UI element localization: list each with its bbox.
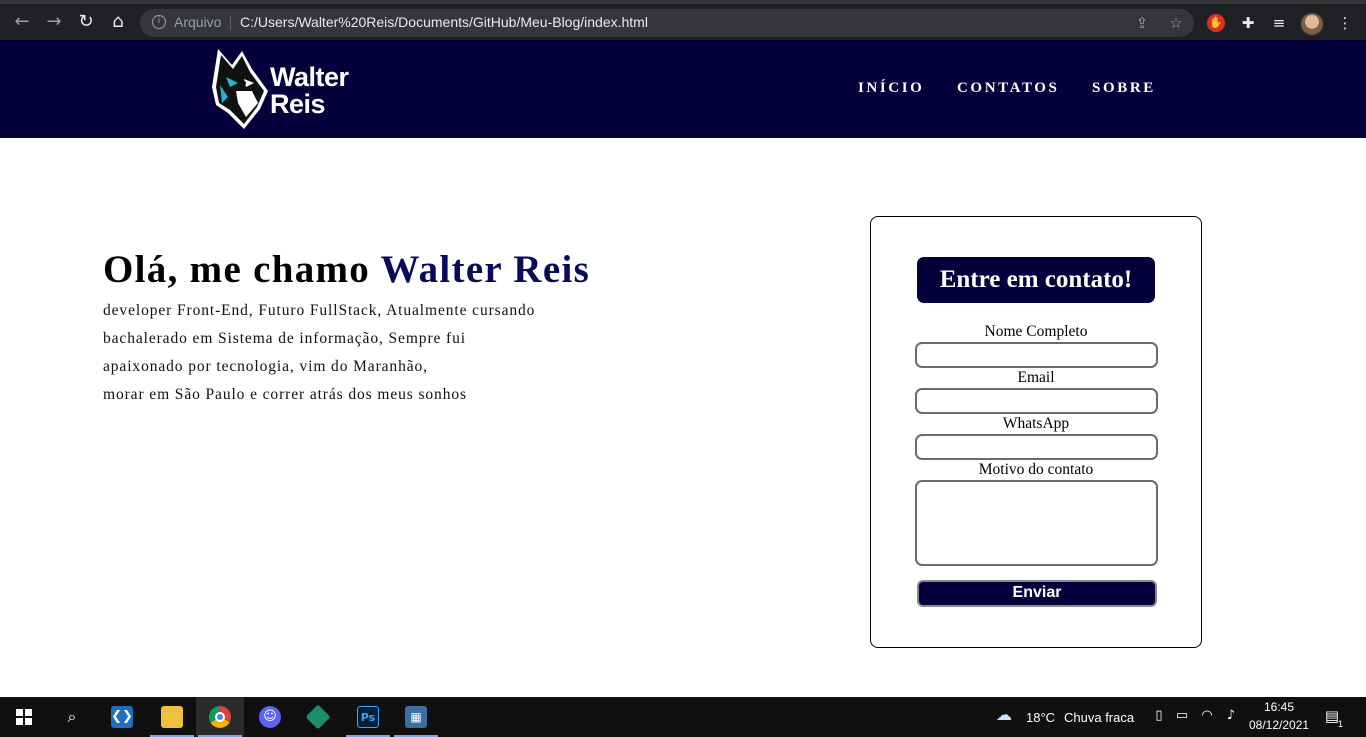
address-bar[interactable]: i Arquivo C:/Users/Walter%20Reis/Documen…: [140, 9, 1194, 37]
taskbar-app-photoshop[interactable]: Ps: [344, 697, 392, 737]
logo-line-2: Reis: [270, 89, 326, 119]
nav-link-contatos[interactable]: CONTATOS: [957, 80, 1060, 97]
calculator-icon: ▦: [405, 706, 427, 728]
start-button[interactable]: [0, 697, 48, 737]
weather-temperature[interactable]: 18°C: [1026, 710, 1055, 725]
site-header: [0, 40, 1366, 138]
nav-link-sobre[interactable]: SOBRE: [1092, 80, 1156, 97]
taskbar-app-chrome[interactable]: [196, 697, 244, 737]
taskbar-app-gitkraken[interactable]: [294, 697, 342, 737]
adblock-extension-icon[interactable]: ✋: [1207, 14, 1225, 32]
clock-date[interactable]: 08/12/2021: [1249, 718, 1309, 732]
taskbar-search[interactable]: ⌕: [48, 697, 96, 737]
menu-kebab-icon[interactable]: ⋮: [1334, 12, 1356, 34]
device-icon[interactable]: ▯: [1150, 707, 1168, 725]
name-field[interactable]: [915, 342, 1158, 368]
home-icon[interactable]: ⌂: [106, 10, 130, 34]
taskbar-app-vscode[interactable]: ❮❯: [98, 697, 146, 737]
contact-form-title: Entre em contato!: [917, 257, 1155, 303]
whatsapp-field[interactable]: [915, 434, 1158, 460]
hero-line: bachalerado em Sistema de informação, Se…: [103, 330, 466, 347]
gitkraken-icon: [305, 704, 331, 730]
battery-icon[interactable]: ▭: [1173, 707, 1191, 725]
email-field-label: Email: [1017, 369, 1055, 386]
media-queue-icon[interactable]: ≡: [1268, 12, 1290, 34]
submit-button[interactable]: Enviar: [917, 580, 1157, 607]
share-icon[interactable]: ⇪: [1132, 13, 1152, 33]
photoshop-icon: Ps: [357, 706, 379, 728]
hero-line: morar em São Paulo e correr atrás dos me…: [103, 386, 467, 403]
reload-icon[interactable]: ↻: [74, 10, 98, 34]
logo-wordmark[interactable]: Walter Reis: [270, 64, 349, 118]
vscode-icon: ❮❯: [111, 706, 133, 728]
taskbar-app-calculator[interactable]: ▦: [392, 697, 440, 737]
info-icon[interactable]: i: [152, 15, 166, 29]
hero-description: developer Front-End, Futuro FullStack, A…: [103, 297, 535, 409]
windows-logo-icon: [16, 709, 32, 725]
notification-count: 1: [1338, 719, 1344, 729]
weather-condition[interactable]: Chuva fraca: [1064, 710, 1134, 725]
extensions-puzzle-icon[interactable]: ✚: [1237, 12, 1259, 34]
wifi-icon[interactable]: ◠: [1198, 707, 1216, 725]
hero-title: Olá, me chamo Walter Reis: [103, 247, 590, 292]
search-icon: ⌕: [67, 707, 77, 726]
address-divider: [230, 16, 231, 30]
logo-line-1: Walter: [270, 62, 349, 92]
windows-taskbar: ⌕ ❮❯ ☺ Ps ▦ ☁ 18°C Chuva fraca ▯ ▭ ◠ ♪ 1…: [0, 697, 1366, 737]
email-field[interactable]: [915, 388, 1158, 414]
hero-line: developer Front-End, Futuro FullStack, A…: [103, 302, 536, 319]
taskbar-app-discord[interactable]: ☺: [246, 697, 294, 737]
cloud-rain-icon[interactable]: ☁: [995, 706, 1013, 724]
hero-title-name: Walter Reis: [380, 248, 591, 291]
address-scheme-label: Arquivo: [174, 14, 222, 30]
discord-icon: ☺: [259, 706, 281, 728]
address-url[interactable]: C:/Users/Walter%20Reis/Documents/GitHub/…: [240, 14, 648, 30]
browser-toolbar: ← → ↻ ⌂ i Arquivo C:/Users/Walter%20Reis…: [0, 0, 1366, 40]
hero-line: apaixonado por tecnologia, vim do Maranh…: [103, 358, 428, 375]
clock-time[interactable]: 16:45: [1264, 700, 1294, 714]
folder-icon: [161, 706, 183, 728]
bookmark-star-icon[interactable]: ☆: [1166, 13, 1186, 33]
contact-form: Entre em contato! Nome Completo Email Wh…: [870, 216, 1202, 648]
back-arrow-icon[interactable]: ←: [10, 10, 34, 34]
profile-avatar[interactable]: [1301, 13, 1323, 35]
name-field-label: Nome Completo: [984, 323, 1088, 340]
hero-title-prefix: Olá, me chamo: [103, 248, 381, 291]
chrome-icon: [209, 706, 231, 728]
nav-link-inicio[interactable]: INÍCIO: [858, 80, 924, 97]
whatsapp-field-label: WhatsApp: [1002, 415, 1070, 432]
volume-icon[interactable]: ♪: [1222, 707, 1240, 725]
taskbar-app-file-explorer[interactable]: [148, 697, 196, 737]
forward-arrow-icon[interactable]: →: [42, 10, 66, 34]
reason-textarea[interactable]: [915, 480, 1158, 566]
reason-field-label: Motivo do contato: [978, 461, 1094, 478]
